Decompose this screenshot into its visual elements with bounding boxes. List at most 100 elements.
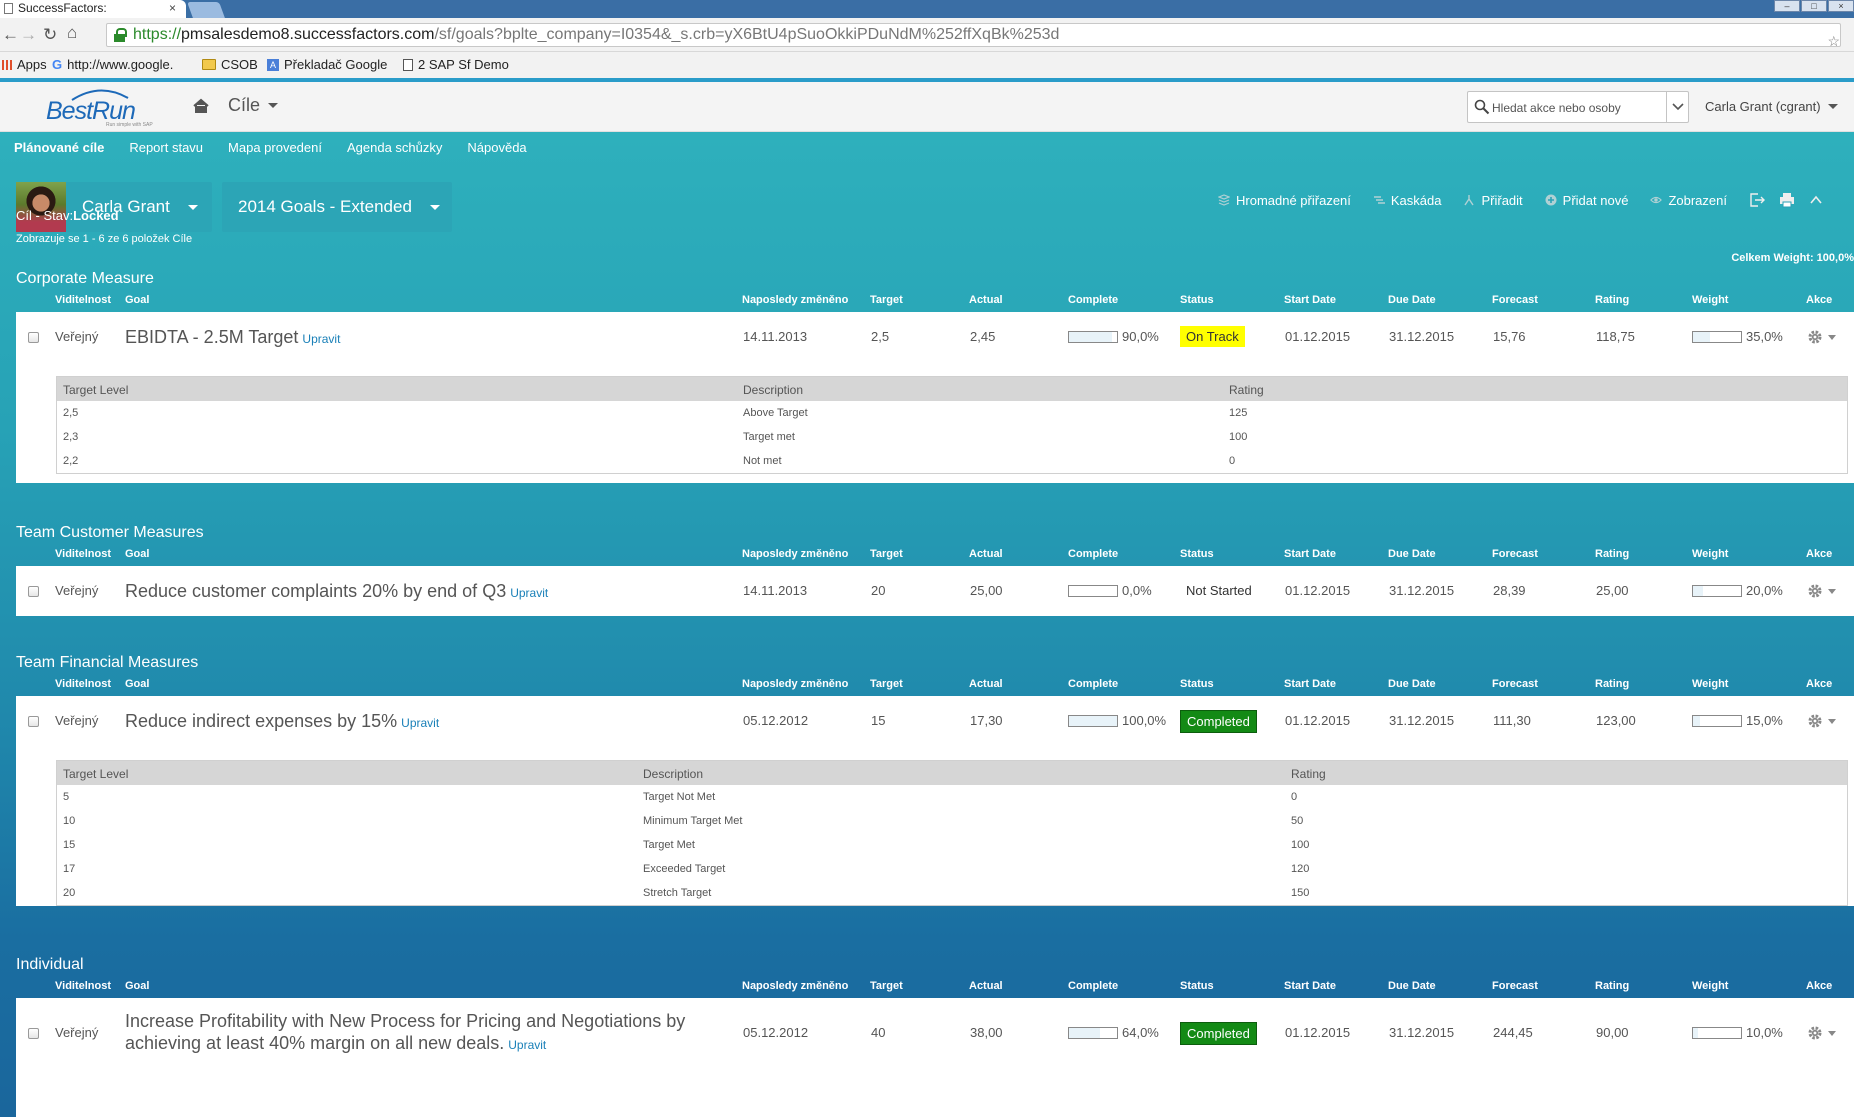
gear-icon[interactable] — [1807, 329, 1823, 345]
goal-plan-selector[interactable]: 2014 Goals - Extended — [222, 182, 452, 232]
home-icon[interactable] — [193, 98, 209, 114]
goal-card: Veřejný Increase Profitability with New P… — [16, 998, 1854, 1117]
display-options-button[interactable]: Zobrazení — [1650, 193, 1727, 208]
home-browser-icon[interactable]: ⌂ — [67, 23, 77, 43]
search-dropdown-button[interactable] — [1666, 92, 1688, 122]
column-header: Weight — [1692, 980, 1729, 992]
minimize-icon[interactable]: – — [1774, 0, 1800, 12]
weight-bar-fill — [1693, 586, 1703, 596]
edit-link[interactable]: Upravit — [508, 1038, 546, 1052]
gear-icon[interactable] — [1807, 713, 1823, 729]
bookmark-csob[interactable]: CSOB — [202, 57, 258, 72]
search-input[interactable] — [1492, 97, 1662, 119]
export-icon[interactable] — [1749, 192, 1765, 208]
goal-checkbox[interactable] — [28, 586, 39, 597]
user-menu[interactable]: Carla Grant (cgrant) — [1705, 99, 1838, 114]
subnav-execution-map[interactable]: Mapa provedení — [228, 140, 322, 155]
complete-percent: 100,0% — [1122, 713, 1167, 728]
bookmark-sap-demo[interactable]: 2 SAP Sf Demo — [403, 57, 509, 72]
goal-checkbox[interactable] — [28, 1028, 39, 1039]
search-field[interactable] — [1467, 91, 1689, 123]
add-new-button[interactable]: Přidat nové — [1545, 193, 1628, 208]
goal-checkbox[interactable] — [28, 716, 39, 727]
goal-card: Veřejný Reduce indirect expenses by 15% Up… — [16, 696, 1854, 906]
column-header: Akce — [1806, 678, 1833, 690]
column-header: Start Date — [1284, 678, 1336, 690]
complete-progress-bar — [1068, 715, 1118, 727]
target-level-row: 2,5 Above Target 125 — [57, 401, 1847, 425]
edit-link[interactable]: Upravit — [401, 716, 439, 730]
column-header: Status — [1180, 980, 1214, 992]
subnav-status-report[interactable]: Report stavu — [129, 140, 203, 155]
browser-tab[interactable]: SuccessFactors: × — [0, 0, 186, 18]
apps-grid-icon — [2, 59, 12, 70]
chevron-down-icon[interactable] — [1828, 1031, 1836, 1036]
column-header: Viditelnost — [55, 678, 112, 690]
goal-modified: 14.11.2013 — [743, 583, 808, 598]
close-tab-icon[interactable]: × — [169, 0, 176, 17]
close-window-icon[interactable]: × — [1828, 0, 1854, 12]
chevron-down-icon[interactable] — [1828, 719, 1836, 724]
window-titlebar: SuccessFactors: × – □ × — [0, 0, 1854, 18]
goal-owner-selector[interactable]: Carla Grant — [16, 182, 212, 232]
chevron-down-icon — [1672, 103, 1684, 111]
gear-icon[interactable] — [1807, 583, 1823, 599]
column-header: Goal — [125, 548, 150, 560]
target-levels-header: Target Level Description Rating — [57, 377, 1847, 401]
target-level-cell: 50 — [1291, 815, 1304, 827]
visibility-value: Veřejný — [55, 1025, 99, 1040]
forward-icon[interactable]: → — [20, 25, 37, 45]
edit-link[interactable]: Upravit — [510, 586, 548, 600]
cascade-button[interactable]: Kaskáda — [1373, 193, 1441, 208]
subnav-help[interactable]: Nápověda — [467, 140, 526, 155]
chevron-down-icon[interactable] — [1828, 335, 1836, 340]
column-header: Due Date — [1388, 980, 1436, 992]
bookmark-translate[interactable]: A Překladač Google — [267, 57, 387, 72]
mass-assign-button[interactable]: Hromadné přiřazení — [1218, 193, 1351, 208]
gear-icon[interactable] — [1807, 1025, 1823, 1041]
bookmark-google[interactable]: G http://www.google. — [52, 57, 173, 72]
app-header: BestRun Run simple with SAP Cíle Carla G… — [0, 82, 1854, 132]
goal-start: 01.12.2015 — [1285, 583, 1351, 598]
chevron-down-icon[interactable] — [1828, 589, 1836, 594]
column-header: Rating — [1595, 548, 1630, 560]
edit-link[interactable]: Upravit — [302, 332, 340, 346]
url-input[interactable]: https://pmsalesdemo8.successfactors.com/… — [106, 23, 1841, 49]
collapse-icon[interactable] — [1809, 193, 1823, 207]
reload-icon[interactable]: ↻ — [43, 25, 57, 45]
column-header: Due Date — [1388, 678, 1436, 690]
sub-navigation: Plánované cíle Report stavu Mapa provede… — [14, 140, 527, 155]
page-icon — [4, 3, 13, 14]
target-level-cell: Not met — [743, 455, 782, 467]
target-levels-header: Target Level Description Rating — [57, 761, 1847, 785]
bookmark-apps[interactable]: Apps — [2, 57, 47, 72]
weight-percent: 20,0% — [1746, 583, 1783, 598]
back-icon[interactable]: ← — [2, 25, 19, 45]
bookmark-star-icon[interactable]: ☆ — [1827, 30, 1840, 52]
subnav-meeting-agenda[interactable]: Agenda schůzky — [347, 140, 442, 155]
page-icon — [403, 58, 413, 71]
section-title: Team Financial Measures — [16, 654, 199, 671]
subnav-planned-goals[interactable]: Plánované cíle — [14, 140, 104, 155]
target-level-cell: 5 — [63, 791, 70, 803]
column-header: Viditelnost — [55, 548, 112, 560]
column-header: Complete — [1068, 980, 1119, 992]
chevron-down-icon — [268, 103, 279, 108]
goal-start: 01.12.2015 — [1285, 1025, 1351, 1040]
print-icon[interactable] — [1779, 192, 1795, 208]
weight-bar — [1692, 585, 1742, 597]
assign-button[interactable]: Přiřadit — [1463, 193, 1523, 208]
goal-target: 20 — [871, 583, 886, 598]
company-logo[interactable]: BestRun Run simple with SAP — [44, 88, 154, 128]
goal-modified: 14.11.2013 — [743, 329, 808, 344]
column-header: Weight — [1692, 678, 1729, 690]
search-icon — [1474, 99, 1490, 115]
module-menu[interactable]: Cíle — [228, 95, 279, 116]
goal-checkbox[interactable] — [28, 332, 39, 343]
maximize-icon[interactable]: □ — [1801, 0, 1827, 12]
new-tab-button[interactable] — [187, 2, 225, 18]
target-level-cell: 15 — [63, 839, 76, 851]
goal-name: Reduce indirect expenses by 15% Upravit — [125, 710, 439, 734]
goal-card: Veřejný Reduce customer complaints 20% by… — [16, 566, 1854, 616]
weight-percent: 15,0% — [1746, 713, 1783, 728]
